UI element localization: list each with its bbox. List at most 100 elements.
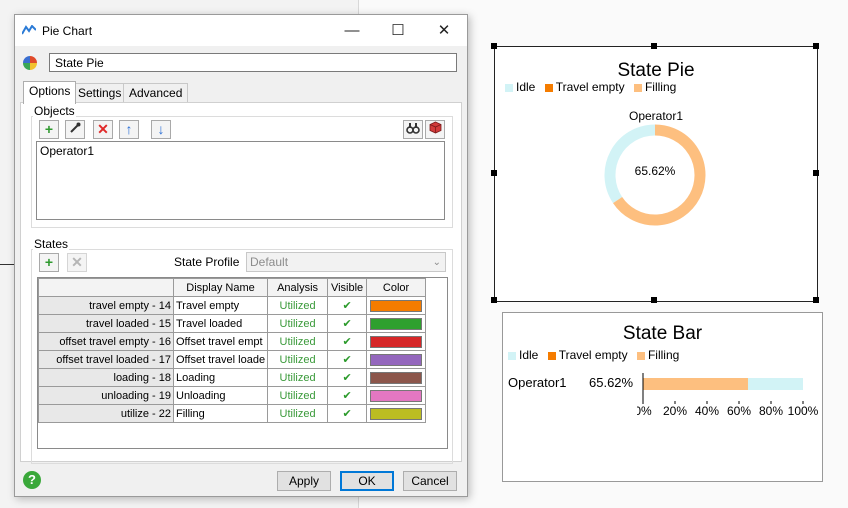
color-swatch — [370, 317, 423, 330]
header-visible[interactable]: Visible — [327, 278, 368, 297]
display-name-cell[interactable]: Travel empty — [172, 296, 269, 315]
color-swatch — [370, 371, 423, 384]
legend-item: Filling — [633, 80, 677, 94]
color-cell[interactable] — [366, 350, 427, 369]
state-pie-chart[interactable]: State Pie Idle Travel empty Filling Oper… — [494, 46, 818, 302]
color-swatch — [370, 299, 423, 312]
ok-button[interactable]: OK — [340, 471, 394, 491]
header-analysis[interactable]: Analysis — [267, 278, 329, 297]
objects-list[interactable]: Operator1 — [36, 141, 445, 220]
color-cell[interactable] — [366, 332, 427, 351]
minimize-button[interactable]: — — [329, 15, 375, 46]
legend-item: Travel empty — [547, 348, 628, 362]
title-bar[interactable]: Pie Chart — ☐ ✕ — [15, 15, 467, 46]
objects-group-label: Objects — [33, 104, 76, 118]
state-name-cell: offset travel loaded - 17 — [38, 350, 174, 369]
legend-swatch-idle — [508, 351, 516, 360]
table-row[interactable]: loading - 18 Loading Utilized ✔ — [38, 368, 427, 387]
eyedropper-button[interactable] — [65, 120, 85, 139]
legend-swatch-travel-empty — [547, 351, 556, 360]
legend-item: Idle — [505, 80, 535, 94]
legend-item: Idle — [508, 348, 538, 362]
visible-checkbox[interactable]: ✔ — [327, 368, 368, 387]
resize-handle[interactable] — [813, 170, 819, 176]
analysis-cell[interactable]: Utilized — [267, 404, 329, 423]
cancel-button[interactable]: Cancel — [403, 471, 457, 491]
color-cell[interactable] — [366, 404, 427, 423]
x-tick-label: 60% — [727, 404, 751, 418]
table-row[interactable]: travel loaded - 15 Travel loaded Utilized ✔ — [38, 314, 427, 333]
visible-checkbox[interactable]: ✔ — [327, 404, 368, 423]
resize-handle[interactable] — [651, 43, 657, 49]
bar-row-value: 65.62% — [589, 375, 634, 390]
chevron-down-icon: ⌄ — [432, 257, 441, 268]
bar-segment-filling — [643, 378, 748, 390]
analysis-cell[interactable]: Utilized — [267, 314, 329, 333]
analysis-cell[interactable]: Utilized — [267, 296, 329, 315]
resize-handle[interactable] — [491, 43, 497, 49]
header-color[interactable]: Color — [366, 278, 427, 297]
list-item[interactable]: Operator1 — [40, 144, 94, 158]
analysis-cell[interactable]: Utilized — [267, 368, 329, 387]
tab-advanced[interactable]: Advanced — [123, 83, 189, 103]
legend-label: Filling — [644, 80, 677, 94]
select-in-model-button[interactable] — [425, 120, 445, 139]
resize-handle[interactable] — [813, 43, 819, 49]
color-cell[interactable] — [366, 296, 427, 315]
remove-object-button[interactable]: ✕ — [93, 120, 113, 139]
table-row[interactable]: offset travel empty - 16 Offset travel em… — [38, 332, 427, 351]
analysis-cell[interactable]: Utilized — [267, 350, 329, 369]
display-name-cell[interactable]: Travel loaded — [172, 314, 269, 333]
add-object-button[interactable]: + — [39, 120, 59, 139]
name-field[interactable]: State Pie — [49, 53, 457, 72]
tab-options[interactable]: Options — [23, 81, 77, 104]
visible-checkbox[interactable]: ✔ — [327, 350, 368, 369]
display-name-cell[interactable]: Filling — [172, 404, 269, 423]
move-up-button[interactable]: ↑ — [119, 120, 139, 139]
display-name-cell[interactable]: Offset travel loade — [172, 350, 269, 369]
table-row[interactable]: travel empty - 14 Travel empty Utilized ✔ — [38, 296, 427, 315]
color-cell[interactable] — [366, 368, 427, 387]
apply-button[interactable]: Apply — [277, 471, 331, 491]
display-name-cell[interactable]: Loading — [172, 368, 269, 387]
table-row[interactable]: unloading - 19 Unloading Utilized ✔ — [38, 386, 427, 405]
display-name-cell[interactable]: Offset travel empt — [172, 332, 269, 351]
color-cell[interactable] — [366, 386, 427, 405]
state-name-cell: loading - 18 — [38, 368, 174, 387]
states-table[interactable]: Display Name Analysis Visible Color trav… — [37, 277, 448, 449]
color-cell[interactable] — [366, 314, 427, 333]
analysis-cell[interactable]: Utilized — [267, 332, 329, 351]
help-icon[interactable]: ? — [23, 471, 41, 489]
analysis-cell[interactable]: Utilized — [267, 386, 329, 405]
dialog-title: Pie Chart — [42, 24, 93, 38]
resize-handle[interactable] — [491, 297, 497, 303]
pie-chart-dialog: Pie Chart — ☐ ✕ State Pie Options Settin… — [14, 14, 468, 497]
add-state-button[interactable]: + — [39, 253, 59, 272]
visible-checkbox[interactable]: ✔ — [327, 296, 368, 315]
table-row[interactable]: utilize - 22 Filling Utilized ✔ — [38, 404, 427, 423]
table-row[interactable]: offset travel loaded - 17 Offset travel l… — [38, 350, 427, 369]
color-swatch — [370, 407, 423, 420]
find-objects-button[interactable] — [403, 120, 423, 139]
legend-label: Idle — [516, 80, 536, 94]
resize-handle[interactable] — [491, 170, 497, 176]
resize-handle[interactable] — [813, 297, 819, 303]
visible-checkbox[interactable]: ✔ — [327, 332, 368, 351]
resize-handle[interactable] — [651, 297, 657, 303]
display-name-cell[interactable]: Unloading — [172, 386, 269, 405]
legend-label: Travel empty — [558, 348, 628, 362]
state-bar-chart[interactable]: State Bar Idle Travel empty Filling Oper… — [502, 312, 823, 482]
eyedropper-icon — [70, 122, 81, 133]
tab-settings[interactable]: Settings — [72, 83, 128, 103]
move-down-button[interactable]: ↓ — [151, 120, 171, 139]
state-name-cell: offset travel empty - 16 — [38, 332, 174, 351]
x-tick-label: 20% — [663, 404, 687, 418]
legend-swatch-idle — [505, 83, 513, 92]
maximize-button[interactable]: ☐ — [375, 15, 421, 46]
x-tick-label: 100% — [788, 404, 819, 418]
legend-swatch-travel-empty — [544, 83, 553, 92]
close-button[interactable]: ✕ — [421, 15, 467, 46]
visible-checkbox[interactable]: ✔ — [327, 314, 368, 333]
header-display-name[interactable]: Display Name — [172, 278, 269, 297]
visible-checkbox[interactable]: ✔ — [327, 386, 368, 405]
